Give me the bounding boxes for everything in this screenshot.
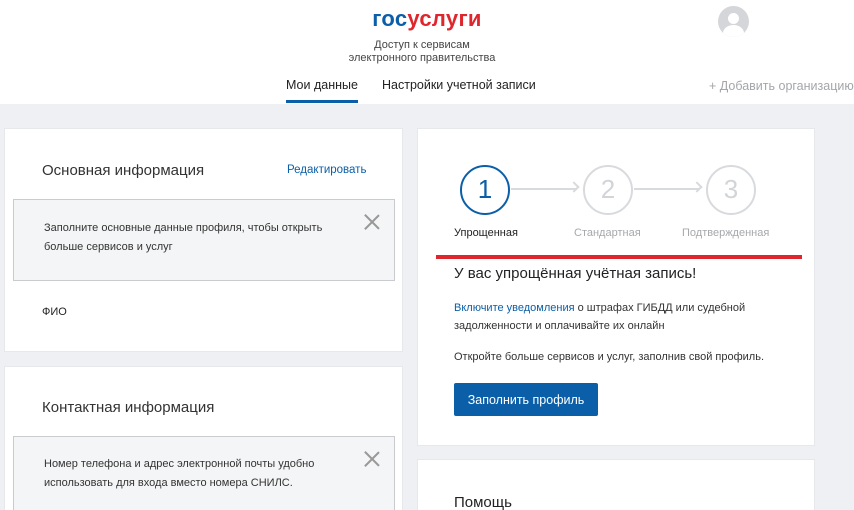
step-1-label: Упрощенная [454, 227, 518, 239]
account-status-title: У вас упрощённая учётная запись! [454, 265, 697, 282]
main-info-notice-text: Заполните основные данные профиля, чтобы… [44, 222, 323, 253]
tab-account-settings[interactable]: Настройки учетной записи [382, 78, 536, 92]
avatar-shoulders [723, 25, 744, 37]
notifications-text: Включите уведомления о штрафах ГИБДД или… [454, 299, 784, 335]
user-avatar-icon[interactable] [718, 6, 749, 37]
arrow-right-icon [691, 181, 703, 193]
step-connector [511, 188, 577, 190]
tagline-line2: электронного правительства [348, 52, 496, 64]
help-card: Помощь [417, 459, 815, 510]
avatar-head [728, 13, 739, 24]
fill-profile-button[interactable]: Заполнить профиль [454, 383, 598, 416]
contact-info-title: Контактная информация [42, 399, 215, 416]
main-info-notice: Заполните основные данные профиля, чтобы… [13, 199, 395, 281]
tagline: Доступ к сервисам электронного правитель… [0, 39, 844, 65]
step-3-label: Подтвержденная [682, 227, 770, 239]
help-title: Помощь [454, 494, 512, 510]
logo-part-uslugi: услуги [407, 6, 482, 31]
step-3-circle: 3 [706, 165, 756, 215]
account-status-card: 1 2 3 Упрощенная Стандартная Подтвержден… [417, 128, 815, 446]
logo-part-gos: гос [372, 6, 408, 31]
step-2-circle: 2 [583, 165, 633, 215]
close-icon[interactable] [364, 214, 380, 230]
step-2-label: Стандартная [574, 227, 641, 239]
add-organization-link[interactable]: + Добавить организацию [709, 79, 854, 93]
header: госуслуги Доступ к сервисам электронного… [0, 0, 854, 104]
tagline-line1: Доступ к сервисам [374, 39, 470, 51]
step-1-circle: 1 [460, 165, 510, 215]
step-connector [634, 188, 700, 190]
contact-info-notice-text: Номер телефона и адрес электронной почты… [44, 458, 315, 489]
tab-my-data[interactable]: Мои данные [286, 78, 358, 103]
edit-link[interactable]: Редактировать [287, 164, 366, 176]
main-info-title: Основная информация [42, 162, 205, 179]
close-icon[interactable] [364, 451, 380, 467]
progress-underline [436, 255, 802, 259]
contact-info-card: Контактная информация Номер телефона и а… [4, 366, 403, 510]
fio-label: ФИО [42, 306, 67, 318]
enable-notifications-link[interactable]: Включите уведомления [454, 302, 575, 314]
contact-info-notice: Номер телефона и адрес электронной почты… [13, 436, 395, 510]
fill-profile-hint: Откройте больше сервисов и услуг, заполн… [454, 351, 765, 363]
arrow-right-icon [568, 181, 580, 193]
main-info-card: Основная информация Редактировать Заполн… [4, 128, 403, 352]
